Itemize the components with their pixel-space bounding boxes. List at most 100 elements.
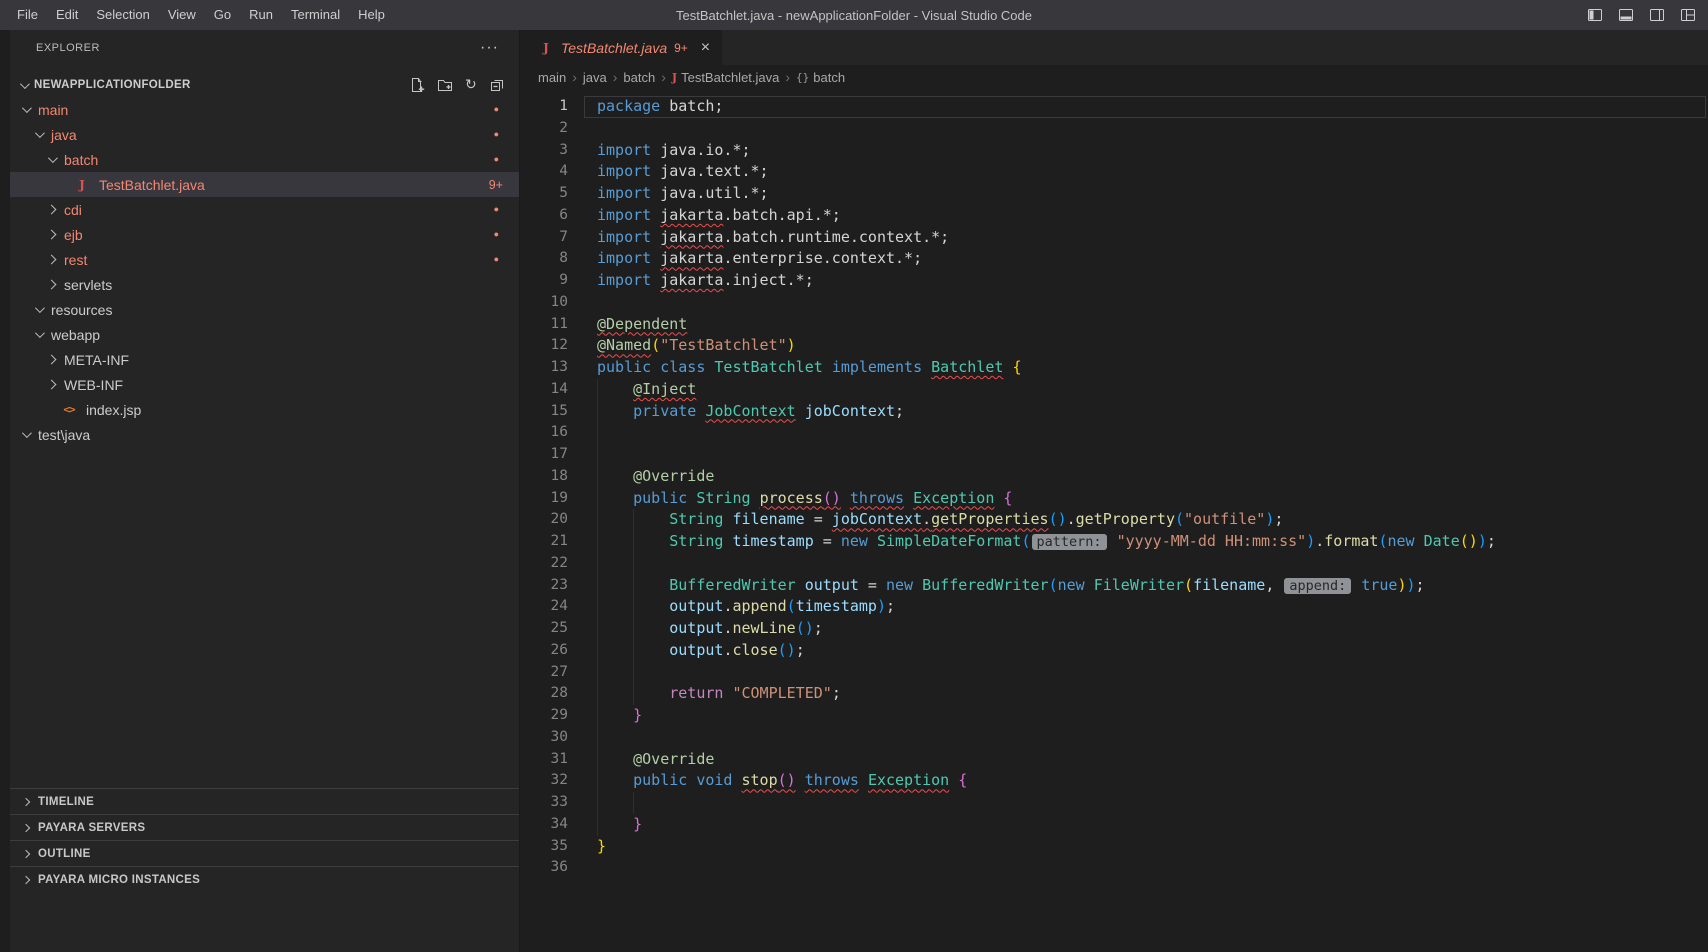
breadcrumb-label: TestBatchlet.java <box>681 70 779 85</box>
code-line-8[interactable]: import jakarta.enterprise.context.*; <box>597 248 1708 270</box>
code-line-15[interactable]: private JobContext jobContext; <box>597 401 1708 423</box>
menu-terminal[interactable]: Terminal <box>282 0 349 30</box>
menu-go[interactable]: Go <box>205 0 240 30</box>
collapse-folders-icon[interactable] <box>489 77 505 93</box>
code-line-34[interactable]: } <box>597 814 1708 836</box>
new-file-icon[interactable] <box>409 77 425 93</box>
code-line-30[interactable] <box>597 727 1708 749</box>
root-folder-label: NEWAPPLICATIONFOLDER <box>34 79 191 91</box>
tree-item-batch[interactable]: batch● <box>10 147 519 172</box>
tree-item-meta-inf[interactable]: META-INF <box>10 347 519 372</box>
breadcrumb-item-main[interactable]: main <box>538 70 566 85</box>
close-tab-icon[interactable]: × <box>701 39 710 57</box>
menu-selection[interactable]: Selection <box>87 0 158 30</box>
code-line-20[interactable]: String filename = jobContext.getProperti… <box>597 509 1708 531</box>
views-and-more-actions-icon[interactable]: ··· <box>480 39 499 57</box>
code-line-1[interactable]: package batch; <box>597 96 1708 118</box>
line-number: 17 <box>520 444 576 466</box>
code-line-36[interactable] <box>597 857 1708 879</box>
code-line-13[interactable]: public class TestBatchlet implements Bat… <box>597 357 1708 379</box>
code-line-14[interactable]: @Inject <box>597 379 1708 401</box>
breadcrumb-separator-icon: › <box>613 69 618 85</box>
breadcrumb-item-testbatchlet-java[interactable]: JTestBatchlet.java <box>672 70 780 85</box>
code-line-17[interactable] <box>597 444 1708 466</box>
tree-item-label: test\java <box>38 427 90 443</box>
menu-run[interactable]: Run <box>240 0 282 30</box>
breadcrumb-item-batch[interactable]: batch <box>623 70 655 85</box>
code-line-10[interactable] <box>597 292 1708 314</box>
breadcrumb-label: java <box>583 70 607 85</box>
code-line-35[interactable]: } <box>597 836 1708 858</box>
chevron-right-icon <box>47 205 57 215</box>
toggle-panel-icon[interactable] <box>1618 7 1634 23</box>
toggle-primary-sidebar-icon[interactable] <box>1587 7 1603 23</box>
code-token: () <box>1049 510 1067 528</box>
code-line-26[interactable]: output.close(); <box>597 640 1708 662</box>
code-line-2[interactable] <box>597 118 1708 140</box>
tree-item-index-jsp[interactable]: <>index.jsp <box>10 397 519 422</box>
line-number: 33 <box>520 792 576 814</box>
code-line-28[interactable]: return "COMPLETED"; <box>597 683 1708 705</box>
code-editor[interactable]: 1234567891011121314151617181920212223242… <box>520 89 1708 952</box>
toggle-secondary-sidebar-icon[interactable] <box>1649 7 1665 23</box>
tree-item-main[interactable]: main● <box>10 97 519 122</box>
code-line-21[interactable]: String timestamp = new SimpleDateFormat(… <box>597 531 1708 553</box>
tab-testbatchlet-java[interactable]: J TestBatchlet.java 9+ × <box>520 30 722 65</box>
menu-help[interactable]: Help <box>349 0 394 30</box>
customize-layout-icon[interactable] <box>1680 7 1696 23</box>
breadcrumb-item-batch[interactable]: {}batch <box>796 70 845 85</box>
tab-problems-badge: 9+ <box>674 41 688 55</box>
menu-bar: FileEditSelectionViewGoRunTerminalHelp <box>8 0 394 30</box>
refresh-explorer-icon[interactable]: ↻ <box>465 77 477 93</box>
code-line-22[interactable] <box>597 553 1708 575</box>
problems-dot-badge: ● <box>494 230 499 239</box>
tree-item-java[interactable]: java● <box>10 122 519 147</box>
section-label: OUTLINE <box>38 848 91 860</box>
code-line-7[interactable]: import jakarta.batch.runtime.context.*; <box>597 227 1708 249</box>
code-line-27[interactable] <box>597 662 1708 684</box>
code-line-31[interactable]: @Override <box>597 749 1708 771</box>
tree-item-testbatchlet-java[interactable]: JTestBatchlet.java9+ <box>10 172 519 197</box>
tree-item-test-java[interactable]: test\java <box>10 422 519 447</box>
tree-item-servlets[interactable]: servlets <box>10 272 519 297</box>
code-line-5[interactable]: import java.util.*; <box>597 183 1708 205</box>
section-outline[interactable]: OUTLINE <box>10 840 519 866</box>
section-payara-servers[interactable]: PAYARA SERVERS <box>10 814 519 840</box>
code-line-4[interactable]: import java.text.*; <box>597 161 1708 183</box>
code-line-19[interactable]: public String process() throws Exception… <box>597 488 1708 510</box>
code-line-25[interactable]: output.newLine(); <box>597 618 1708 640</box>
code-line-9[interactable]: import jakarta.inject.*; <box>597 270 1708 292</box>
section-timeline[interactable]: TIMELINE <box>10 788 519 814</box>
workspace-root-folder[interactable]: NEWAPPLICATIONFOLDER ↻ <box>10 73 519 97</box>
title-bar: FileEditSelectionViewGoRunTerminalHelp T… <box>0 0 1708 30</box>
code-line-6[interactable]: import jakarta.batch.api.*; <box>597 205 1708 227</box>
code-line-29[interactable]: } <box>597 705 1708 727</box>
tree-item-ejb[interactable]: ejb● <box>10 222 519 247</box>
code-token: new <box>1058 576 1085 594</box>
breadcrumb-item-java[interactable]: java <box>583 70 607 85</box>
code-token <box>859 771 868 789</box>
tree-item-web-inf[interactable]: WEB-INF <box>10 372 519 397</box>
code-line-18[interactable]: @Override <box>597 466 1708 488</box>
menu-edit[interactable]: Edit <box>47 0 87 30</box>
tree-item-cdi[interactable]: cdi● <box>10 197 519 222</box>
code-token: import <box>597 184 651 202</box>
code-line-23[interactable]: BufferedWriter output = new BufferedWrit… <box>597 575 1708 597</box>
menu-file[interactable]: File <box>8 0 47 30</box>
code-line-16[interactable] <box>597 422 1708 444</box>
tree-item-rest[interactable]: rest● <box>10 247 519 272</box>
tree-item-webapp[interactable]: webapp <box>10 322 519 347</box>
line-number: 10 <box>520 292 576 314</box>
code-line-3[interactable]: import java.io.*; <box>597 140 1708 162</box>
code-token <box>597 489 633 507</box>
tree-item-resources[interactable]: resources <box>10 297 519 322</box>
code-line-33[interactable] <box>597 792 1708 814</box>
code-line-24[interactable]: output.append(timestamp); <box>597 596 1708 618</box>
code-line-32[interactable]: public void stop() throws Exception { <box>597 770 1708 792</box>
code-line-12[interactable]: @Named("TestBatchlet") <box>597 335 1708 357</box>
menu-view[interactable]: View <box>159 0 205 30</box>
section-payara-micro-instances[interactable]: PAYARA MICRO INSTANCES <box>10 866 519 892</box>
code-line-11[interactable]: @Dependent <box>597 314 1708 336</box>
new-folder-icon[interactable] <box>437 77 453 93</box>
code-token: String <box>669 532 723 550</box>
